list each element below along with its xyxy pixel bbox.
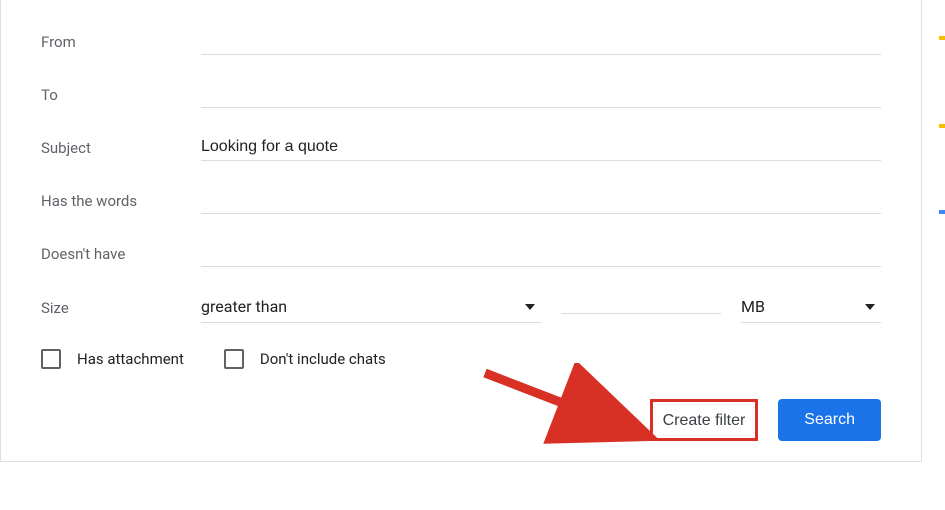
from-label: From (41, 33, 201, 51)
size-operator-select[interactable]: greater than (201, 293, 541, 323)
dont-include-chats-label: Don't include chats (260, 350, 386, 368)
has-attachment-label: Has attachment (77, 350, 184, 368)
doesnt-have-label: Doesn't have (41, 245, 201, 263)
subject-input[interactable] (201, 134, 881, 161)
size-operator-value: greater than (201, 297, 287, 316)
has-words-row: Has the words (41, 187, 881, 214)
size-value-input[interactable] (561, 303, 721, 314)
size-row: Size greater than MB (41, 293, 881, 323)
from-row: From (41, 28, 881, 55)
chevron-down-icon (865, 304, 875, 310)
dont-include-chats-item: Don't include chats (224, 349, 386, 369)
create-filter-button[interactable]: Create filter (663, 412, 746, 430)
to-input[interactable] (201, 81, 881, 108)
has-attachment-item: Has attachment (41, 349, 184, 369)
doesnt-have-input[interactable] (201, 240, 881, 267)
accent-bar (939, 36, 945, 40)
accent-bar (939, 124, 945, 128)
chevron-down-icon (525, 304, 535, 310)
doesnt-have-row: Doesn't have (41, 240, 881, 267)
has-words-input[interactable] (201, 187, 881, 214)
size-unit-value: MB (741, 297, 765, 316)
has-attachment-checkbox[interactable] (41, 349, 61, 369)
has-words-label: Has the words (41, 192, 201, 210)
to-row: To (41, 81, 881, 108)
search-filter-panel: From To Subject Has the words Doesn't ha… (0, 0, 922, 462)
create-filter-highlight: Create filter (650, 399, 759, 441)
to-label: To (41, 86, 201, 104)
size-label: Size (41, 299, 201, 317)
subject-row: Subject (41, 134, 881, 161)
accent-bar (939, 210, 945, 214)
dont-include-chats-checkbox[interactable] (224, 349, 244, 369)
subject-label: Subject (41, 139, 201, 157)
size-unit-select[interactable]: MB (741, 293, 881, 323)
checkbox-row: Has attachment Don't include chats (41, 349, 881, 369)
search-button[interactable]: Search (778, 399, 881, 441)
button-row: Create filter Search (41, 399, 881, 441)
from-input[interactable] (201, 28, 881, 55)
